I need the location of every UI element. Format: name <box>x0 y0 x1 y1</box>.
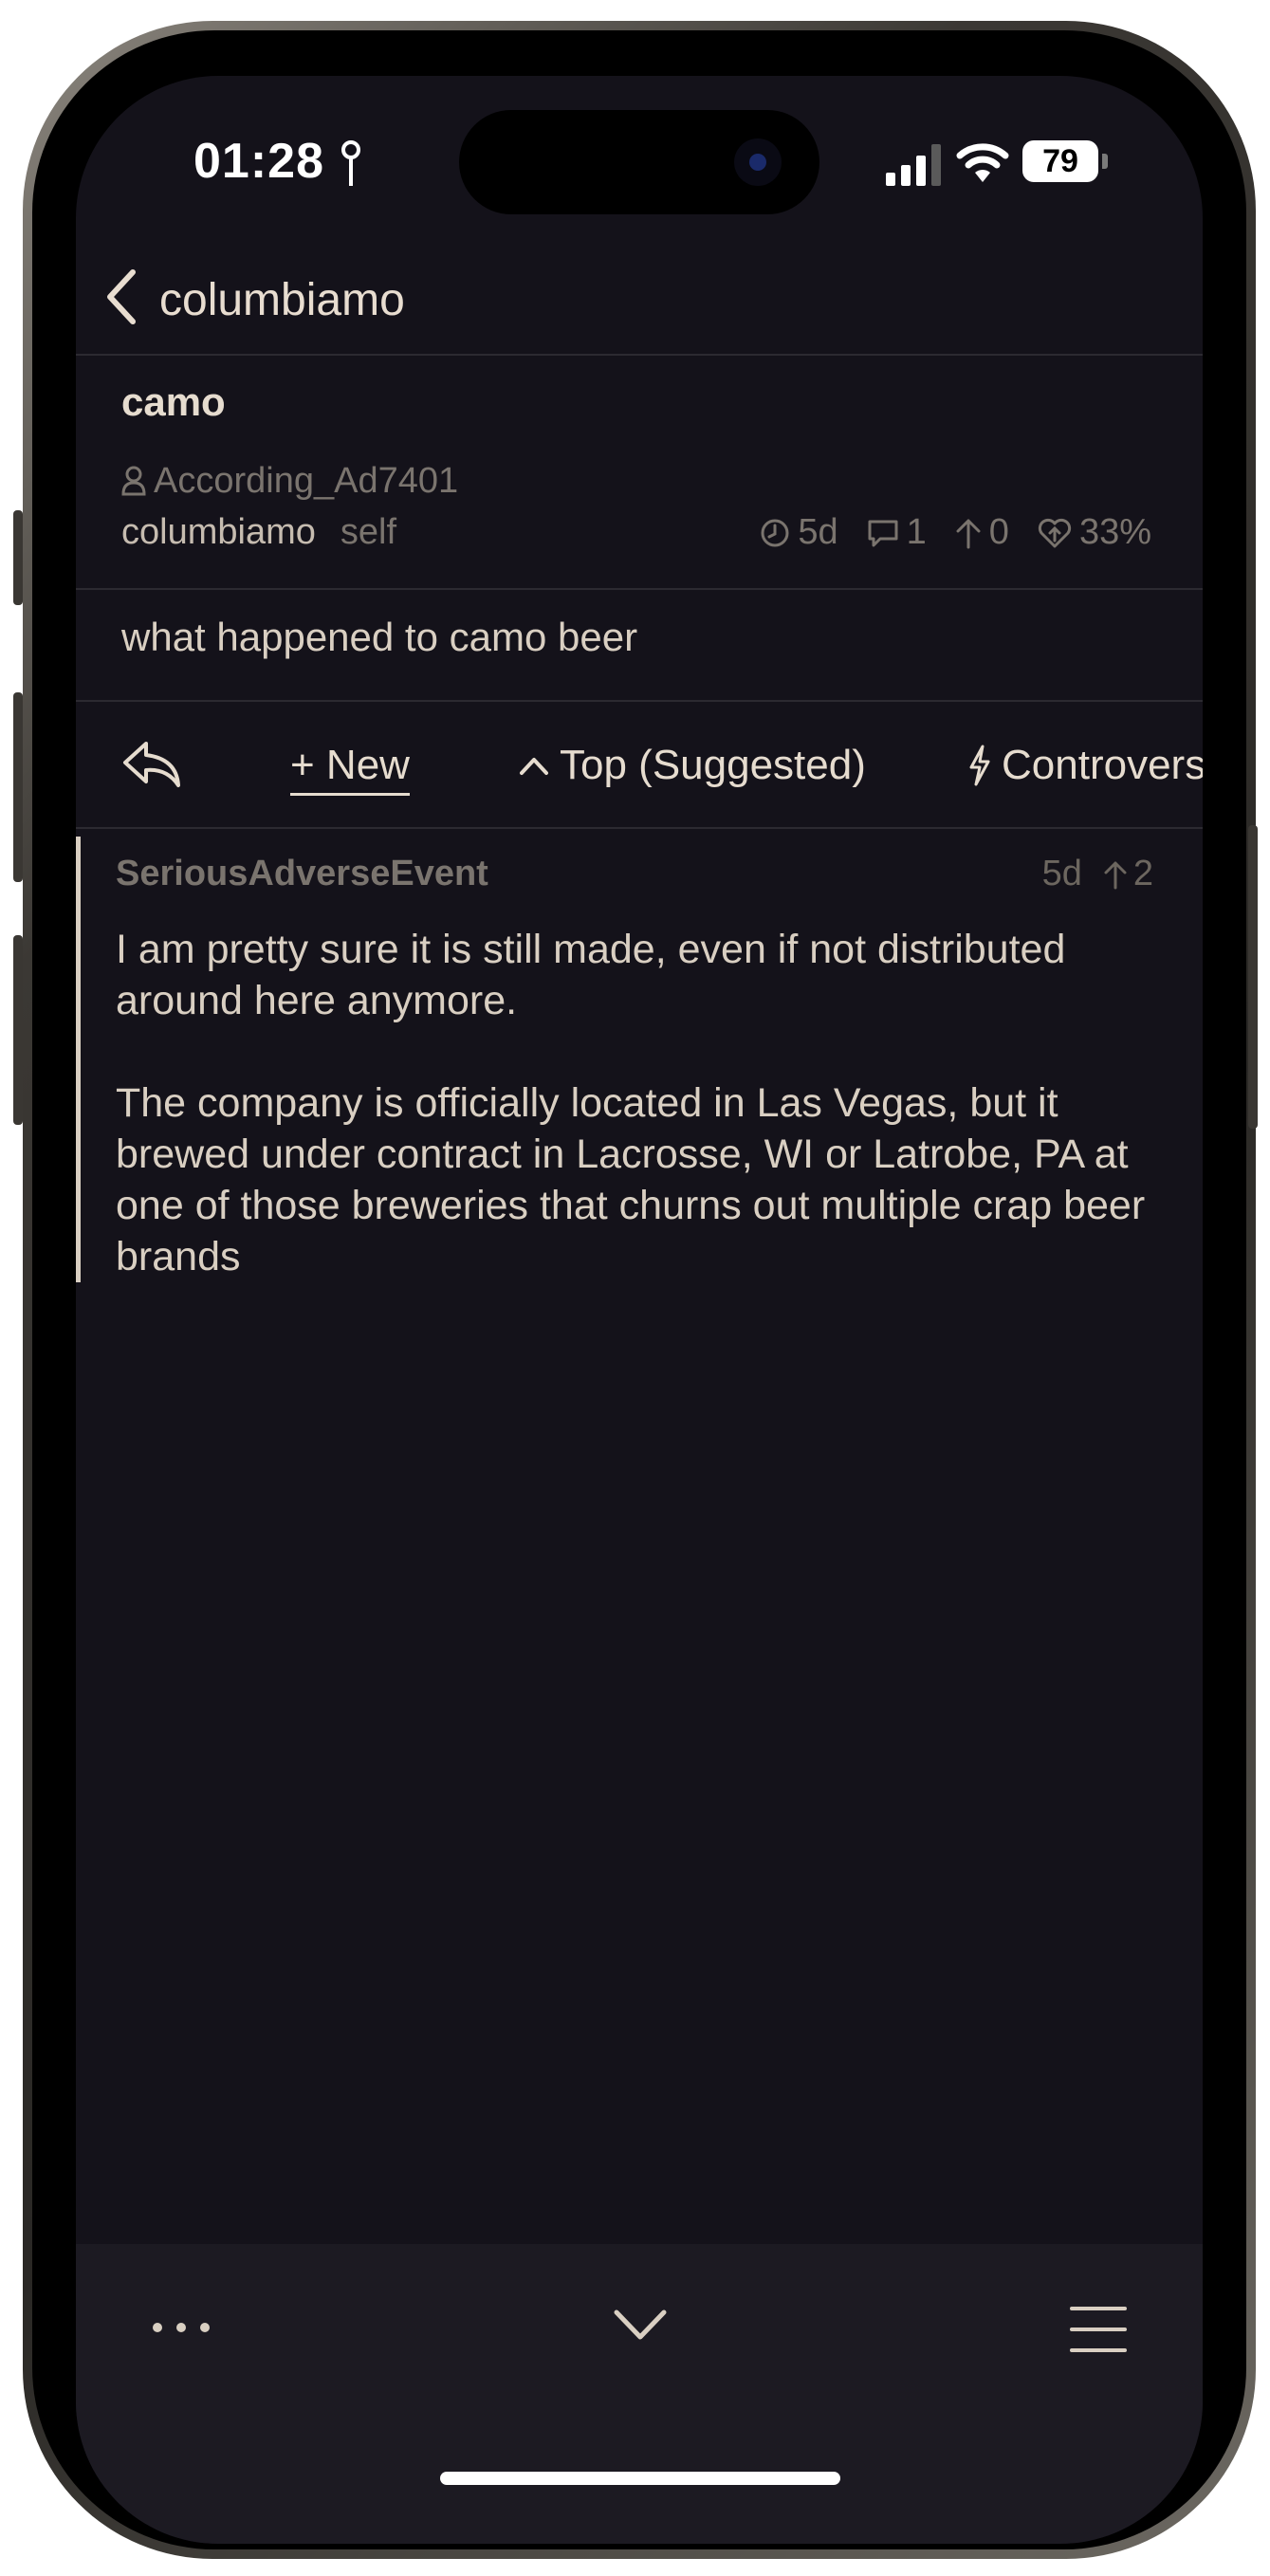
power-button <box>1248 825 1258 1129</box>
battery-indicator: 79 <box>1022 140 1098 182</box>
comment-paragraph: I am pretty sure it is still made, even … <box>116 927 1066 1023</box>
heart-upvote-icon <box>1038 518 1071 547</box>
chevron-down-icon[interactable] <box>613 2305 668 2346</box>
comment[interactable]: SeriousAdverseEvent 5d 2 I am pretty sur… <box>76 837 1203 1282</box>
user-icon <box>121 466 146 496</box>
post-age-value: 5d <box>798 512 838 552</box>
home-indicator[interactable] <box>440 2472 840 2485</box>
sort-top-tab[interactable]: Top (Suggested) <box>518 742 866 789</box>
screen: 01:28 79 columbiamo camo According_Ad740… <box>76 76 1203 2544</box>
action-button <box>13 510 23 605</box>
sort-controversial-tab[interactable]: Controversial <box>967 742 1203 789</box>
cellular-signal-icon <box>886 144 941 186</box>
navigation-header: columbiamo <box>76 242 1203 356</box>
divider <box>76 827 1203 829</box>
comment-score-value: 2 <box>1132 854 1153 893</box>
chevron-left-icon[interactable] <box>102 267 140 327</box>
comment-meta: 5d 2 <box>1042 854 1153 894</box>
post-comment-count-value: 1 <box>906 512 927 552</box>
sort-controversial-label: Controversial <box>1002 742 1203 788</box>
arrow-up-icon <box>1104 861 1127 889</box>
status-bar: 01:28 79 <box>76 76 1203 242</box>
post-score: 0 <box>955 512 1009 553</box>
location-pin-icon <box>341 140 360 186</box>
post-upvote-ratio-value: 33% <box>1078 512 1151 552</box>
volume-up-button <box>13 692 23 882</box>
bottom-toolbar <box>76 2244 1203 2544</box>
post-comment-count: 1 <box>867 512 927 553</box>
post-subreddit-link[interactable]: columbiamo <box>121 512 316 553</box>
post-meta-left: columbiamo self <box>121 512 396 553</box>
lightning-bolt-icon <box>969 745 990 786</box>
post-body: what happened to camo beer <box>121 615 638 659</box>
post-score-value: 0 <box>988 512 1009 552</box>
comment-score: 2 <box>1103 854 1153 894</box>
comment-depth-bar <box>76 837 81 1282</box>
post-author[interactable]: According_Ad7401 <box>121 460 458 502</box>
battery-tip <box>1102 154 1108 169</box>
wifi-icon <box>956 143 1009 182</box>
divider <box>76 588 1203 590</box>
clock-icon <box>761 519 789 546</box>
sort-new-tab[interactable]: + New <box>290 742 410 796</box>
reply-icon[interactable] <box>121 738 182 791</box>
post-title: camo <box>121 379 226 424</box>
comment-author[interactable]: SeriousAdverseEvent <box>116 854 488 894</box>
post-upvote-ratio: 33% <box>1038 512 1151 553</box>
arrow-up-icon <box>956 519 981 548</box>
comment-age: 5d <box>1041 854 1082 893</box>
comment-body: I am pretty sure it is still made, even … <box>116 924 1169 1334</box>
sort-top-label: Top (Suggested) <box>560 742 866 788</box>
more-options-icon[interactable] <box>150 2318 212 2337</box>
sort-bar: + New Top (Suggested) Controversial <box>76 702 1203 827</box>
comment-paragraph: The company is officially located in Las… <box>116 1080 1146 1279</box>
volume-down-button <box>13 935 23 1125</box>
post-author-name: According_Ad7401 <box>154 460 459 501</box>
comment-bubble-icon <box>868 520 898 546</box>
post-age: 5d <box>760 512 838 553</box>
back-button-label[interactable]: columbiamo <box>159 274 405 326</box>
post-stats: 5d 1 0 33% <box>760 512 1151 553</box>
chevron-up-icon <box>520 758 548 775</box>
post-type: self <box>340 512 397 552</box>
hamburger-menu-icon[interactable] <box>1068 2305 1129 2354</box>
status-time: 01:28 <box>193 134 324 189</box>
camera-lens <box>749 154 766 171</box>
